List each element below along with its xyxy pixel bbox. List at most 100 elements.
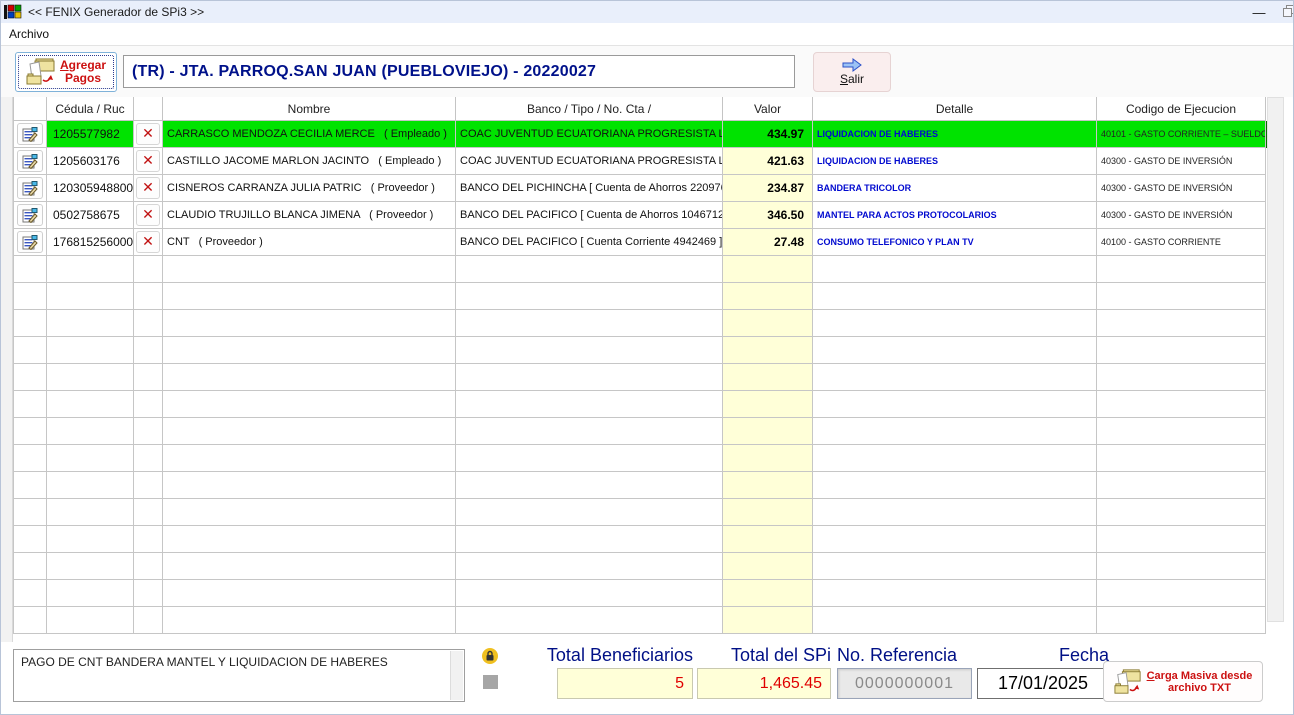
cell-delete <box>134 472 163 499</box>
cell-detalle: CONSUMO TELEFONICO Y PLAN TV <box>813 229 1097 256</box>
row-edit-button[interactable] <box>17 204 43 226</box>
cell-valor <box>723 499 813 526</box>
cell-edit <box>13 121 47 148</box>
cell-nombre <box>163 607 456 634</box>
table-row-empty <box>13 337 1266 364</box>
cell-delete <box>134 283 163 310</box>
cell-codigo: 40100 - GASTO CORRIENTE <box>1097 229 1266 256</box>
cell-valor <box>723 472 813 499</box>
cell-banco <box>456 499 723 526</box>
header-cedula[interactable]: Cédula / Ruc <box>47 97 134 121</box>
cell-edit <box>13 445 47 472</box>
cell-detalle: MANTEL PARA ACTOS PROTOCOLARIOS <box>813 202 1097 229</box>
minimize-icon[interactable]: — <box>1239 5 1279 20</box>
folders-arrow-icon <box>26 58 56 86</box>
cell-nombre <box>163 364 456 391</box>
fecha-label: Fecha <box>1041 645 1109 666</box>
table-row[interactable]: 1205603176✕CASTILLO JACOME MARLON JACINT… <box>13 148 1266 175</box>
cell-valor: 346.50 <box>723 202 813 229</box>
header-detalle[interactable]: Detalle <box>813 97 1097 121</box>
row-edit-button[interactable] <box>17 150 43 172</box>
cell-detalle <box>813 445 1097 472</box>
textarea-scrollbar[interactable] <box>450 651 463 700</box>
total-spi-value: 1,465.45 <box>760 675 822 693</box>
row-edit-button[interactable] <box>17 123 43 145</box>
table-row-empty <box>13 418 1266 445</box>
cell-banco <box>456 364 723 391</box>
table-row[interactable]: 1203059488001✕CISNEROS CARRANZA JULIA PA… <box>13 175 1266 202</box>
cell-codigo <box>1097 580 1266 607</box>
cell-cedula: 1203059488001 <box>47 175 134 202</box>
table-row-empty <box>13 445 1266 472</box>
cell-edit <box>13 553 47 580</box>
cell-detalle: LIQUIDACION DE HABERES <box>813 121 1097 148</box>
cell-detalle <box>813 283 1097 310</box>
gray-checkbox[interactable] <box>483 675 498 689</box>
cell-nombre <box>163 526 456 553</box>
table-row[interactable]: 0502758675✕CLAUDIO TRUJILLO BLANCA JIMEN… <box>13 202 1266 229</box>
cell-banco <box>456 607 723 634</box>
table-row-empty <box>13 607 1266 634</box>
cell-codigo <box>1097 283 1266 310</box>
cell-edit <box>13 148 47 175</box>
header-banco[interactable]: Banco / Tipo / No. Cta / <box>456 97 723 121</box>
table-vertical-scrollbar[interactable] <box>1267 97 1284 622</box>
row-delete-icon[interactable]: ✕ <box>136 123 160 145</box>
cell-nombre <box>163 310 456 337</box>
restore-icon[interactable] <box>1279 1 1294 23</box>
row-delete-icon[interactable]: ✕ <box>136 177 160 199</box>
toolbar: Agregar Pagos (TR) - JTA. PARROQ.SAN JUA… <box>1 45 1293 97</box>
row-delete-icon[interactable]: ✕ <box>136 231 160 253</box>
menu-archivo[interactable]: Archivo <box>1 25 57 43</box>
cell-delete <box>134 391 163 418</box>
cell-cedula <box>47 310 134 337</box>
cell-codigo <box>1097 418 1266 445</box>
table-row-empty <box>13 364 1266 391</box>
cell-delete <box>134 580 163 607</box>
cell-banco: BANCO DEL PACIFICO [ Cuenta de Ahorros 1… <box>456 202 723 229</box>
header-edit <box>13 97 47 121</box>
cell-banco <box>456 310 723 337</box>
window-title: << FENIX Generador de SPi3 >> <box>28 5 204 19</box>
cell-edit <box>13 607 47 634</box>
table-row-empty <box>13 499 1266 526</box>
cell-edit <box>13 418 47 445</box>
cell-cedula <box>47 472 134 499</box>
row-edit-button[interactable] <box>17 177 43 199</box>
carga-masiva-button[interactable]: Carga Masiva desde archivo TXT <box>1103 661 1263 702</box>
cell-edit <box>13 364 47 391</box>
payments-table: Cédula / Ruc Nombre Banco / Tipo / No. C… <box>1 97 1294 622</box>
table-row-empty <box>13 553 1266 580</box>
cell-delete: ✕ <box>134 175 163 202</box>
windows-logo-icon <box>4 4 22 20</box>
cell-valor <box>723 526 813 553</box>
row-delete-icon[interactable]: ✕ <box>136 204 160 226</box>
cell-detalle <box>813 607 1097 634</box>
exit-button[interactable]: Salir <box>813 52 891 92</box>
cell-detalle <box>813 526 1097 553</box>
cell-delete <box>134 418 163 445</box>
cell-codigo <box>1097 472 1266 499</box>
header-valor[interactable]: Valor <box>723 97 813 121</box>
fecha-field[interactable]: 17/01/2025 <box>977 668 1109 699</box>
header-nombre[interactable]: Nombre <box>163 97 456 121</box>
table-row[interactable]: 1768152560001✕CNT ( Proveedor )BANCO DEL… <box>13 229 1266 256</box>
add-payments-button[interactable]: Agregar Pagos <box>15 52 117 92</box>
cell-detalle <box>813 553 1097 580</box>
cell-banco <box>456 337 723 364</box>
cell-detalle <box>813 256 1097 283</box>
cell-cedula <box>47 553 134 580</box>
cell-detalle <box>813 391 1097 418</box>
cell-cedula: 1768152560001 <box>47 229 134 256</box>
row-delete-icon[interactable]: ✕ <box>136 150 160 172</box>
cell-nombre: CLAUDIO TRUJILLO BLANCA JIMENA ( Proveed… <box>163 202 456 229</box>
lock-icon <box>482 648 498 664</box>
row-edit-button[interactable] <box>17 231 43 253</box>
payment-description-textarea[interactable]: PAGO DE CNT BANDERA MANTEL Y LIQUIDACION… <box>13 649 465 702</box>
cell-banco <box>456 526 723 553</box>
entity-title-field[interactable]: (TR) - JTA. PARROQ.SAN JUAN (PUEBLOVIEJO… <box>123 55 795 88</box>
cell-nombre <box>163 256 456 283</box>
header-codigo[interactable]: Codigo de Ejecucion <box>1097 97 1266 121</box>
cell-edit <box>13 310 47 337</box>
table-row[interactable]: 1205577982✕CARRASCO MENDOZA CECILIA MERC… <box>13 121 1266 148</box>
